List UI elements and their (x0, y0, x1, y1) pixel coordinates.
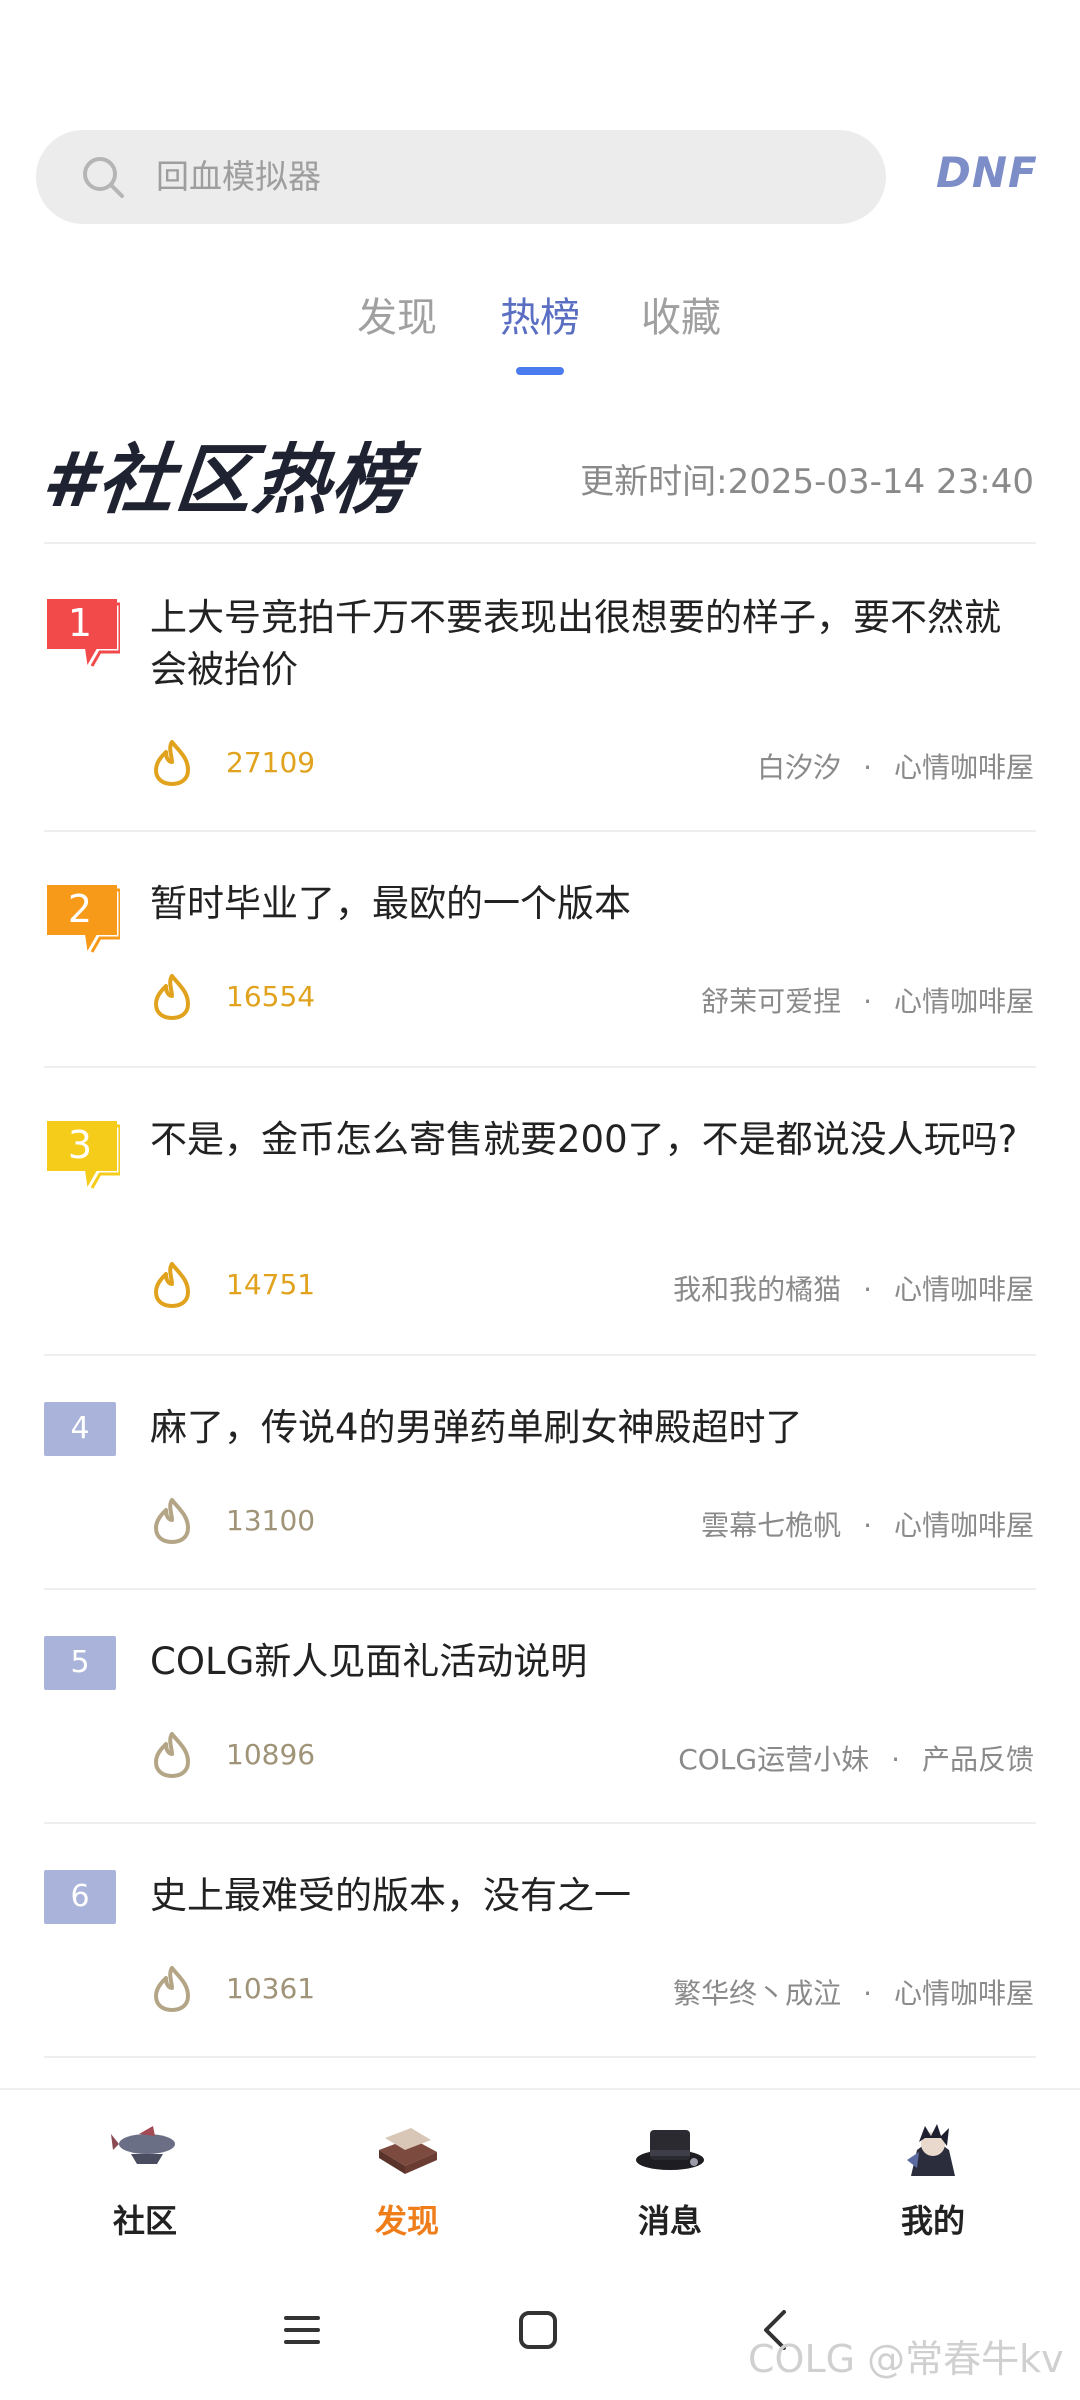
item-title[interactable]: 麻了，传说4的男弹药单刷女神殿超时了 (150, 1402, 1034, 1454)
author-name[interactable]: COLG运营小妹 (678, 1743, 869, 1776)
rank-badge: 6 (44, 1870, 116, 1924)
top-hat-icon (636, 2130, 704, 2170)
item-title[interactable]: COLG新人见面礼活动说明 (150, 1636, 1034, 1688)
item-title[interactable]: 史上最难受的版本，没有之一 (150, 1870, 1034, 1922)
airship-icon (111, 2126, 175, 2164)
board-name[interactable]: 产品反馈 (922, 1743, 1034, 1776)
nav-label: 我的 (900, 2202, 965, 2240)
item-meta: 我和我的橘猫 · 心情咖啡屋 (673, 1268, 1034, 1308)
board-name[interactable]: 心情咖啡屋 (894, 985, 1034, 1018)
heat-count: 13100 (226, 1504, 316, 1537)
divider (44, 542, 1036, 544)
item-meta: COLG运营小妹 · 产品反馈 (678, 1738, 1034, 1778)
update-time: 更新时间:2025-03-14 23:40 (580, 462, 1034, 502)
watermark: COLG @常春牛kv (748, 2337, 1064, 2381)
divider (44, 830, 1036, 832)
search-placeholder: 回血模拟器 (156, 157, 321, 196)
separator-dot: · (863, 1273, 872, 1306)
item-title[interactable]: 暂时毕业了，最欧的一个版本 (150, 878, 1034, 930)
tab-discover[interactable]: 发现 (357, 285, 437, 343)
item-title[interactable]: 不是，金币怎么寄售就要200了，不是都说没人玩吗? (150, 1114, 1034, 1166)
flame-icon (154, 1966, 190, 2012)
bottom-nav: 社区 发现 消息 我的 (0, 2088, 1080, 2280)
nav-messages[interactable]: 消息 (600, 2120, 740, 2242)
board-name[interactable]: 心情咖啡屋 (894, 1977, 1034, 2010)
author-name[interactable]: 我和我的橘猫 (673, 1273, 841, 1306)
board-name[interactable]: 心情咖啡屋 (894, 1273, 1034, 1306)
flame-icon (154, 1498, 190, 1544)
section-title: #社区热榜 (38, 435, 415, 524)
item-meta: 雲幕七桅帆 · 心情咖啡屋 (701, 1504, 1034, 1544)
rank-badge: 3 (44, 1118, 120, 1189)
divider (44, 1588, 1036, 1590)
rank-badge: 5 (44, 1636, 116, 1690)
nav-profile[interactable]: 我的 (863, 2120, 1003, 2242)
flame-icon (154, 1262, 190, 1308)
board-name[interactable]: 心情咖啡屋 (894, 751, 1034, 784)
author-name[interactable]: 繁华终丶成泣 (673, 1977, 841, 2010)
rank-number: 2 (67, 887, 93, 931)
nav-label: 发现 (374, 2202, 439, 2240)
rank-number: 5 (70, 1645, 90, 1680)
avatar-icon (907, 2124, 955, 2176)
book-icon (379, 2128, 437, 2174)
tab-hot[interactable]: 热榜 (500, 285, 580, 343)
search-icon (83, 157, 124, 198)
author-name[interactable]: 舒茉可爱捏 (701, 985, 841, 1018)
item-meta: 舒茉可爱捏 · 心情咖啡屋 (701, 980, 1034, 1020)
tab-favorites[interactable]: 收藏 (641, 285, 721, 343)
item-meta: 白汐汐 · 心情咖啡屋 (757, 746, 1034, 786)
rank-badge: 2 (44, 882, 120, 953)
dnf-logo[interactable]: DNF (936, 148, 1038, 197)
rank-number: 1 (67, 601, 93, 645)
separator-dot: · (863, 1509, 872, 1542)
heat-count: 27109 (226, 746, 316, 779)
rank-number: 4 (70, 1411, 90, 1446)
nav-community[interactable]: 社区 (75, 2120, 215, 2242)
active-tab-indicator (516, 367, 564, 375)
flame-icon (154, 740, 190, 786)
item-meta: 繁华终丶成泣 · 心情咖啡屋 (673, 1972, 1034, 2012)
flame-icon (154, 1732, 190, 1778)
top-tabs: 发现 热榜 收藏 (0, 285, 1080, 385)
separator-dot: · (863, 1977, 872, 2010)
heat-count: 10361 (226, 1972, 316, 2005)
divider (44, 2056, 1036, 2058)
separator-dot: · (891, 1743, 900, 1776)
board-name[interactable]: 心情咖啡屋 (894, 1509, 1034, 1542)
divider (44, 1066, 1036, 1068)
rank-number: 6 (70, 1879, 90, 1914)
separator-dot: · (863, 985, 872, 1018)
nav-label: 消息 (637, 2202, 702, 2240)
heat-count: 14751 (226, 1268, 316, 1301)
heat-count: 10896 (226, 1738, 316, 1771)
nav-label: 社区 (112, 2202, 177, 2240)
rank-badge: 4 (44, 1402, 116, 1456)
heat-count: 16554 (226, 980, 316, 1013)
separator-dot: · (863, 751, 872, 784)
author-name[interactable]: 白汐汐 (757, 751, 841, 784)
rank-badge: 1 (44, 596, 120, 667)
item-title[interactable]: 上大号竞拍千万不要表现出很想要的样子，要不然就会被抬价 (150, 592, 1034, 696)
search-bar[interactable]: 回血模拟器 (36, 130, 886, 224)
rank-number: 3 (67, 1123, 93, 1167)
divider (44, 1822, 1036, 1824)
home-icon[interactable] (518, 2310, 558, 2350)
divider (44, 1354, 1036, 1356)
nav-discover[interactable]: 发现 (337, 2120, 477, 2242)
menu-icon[interactable] (282, 2310, 322, 2350)
author-name[interactable]: 雲幕七桅帆 (701, 1509, 841, 1542)
flame-icon (154, 974, 190, 1020)
